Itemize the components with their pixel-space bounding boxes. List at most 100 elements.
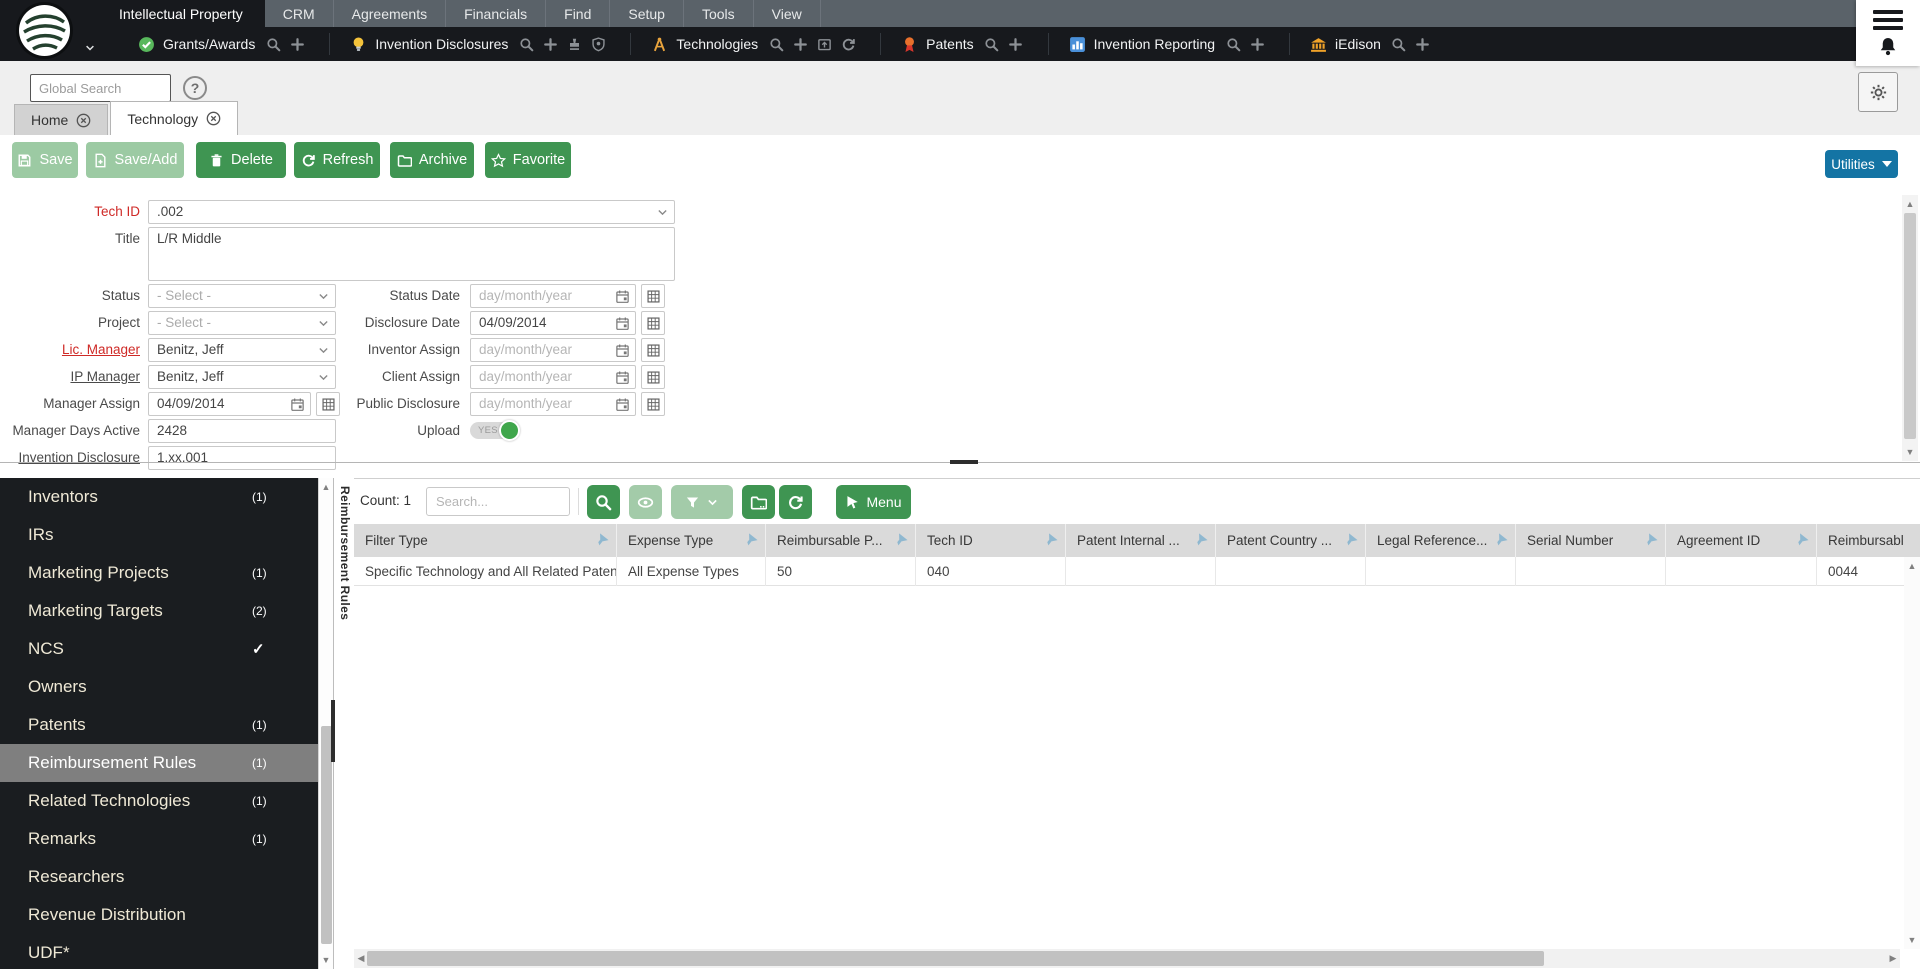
shortcut-label[interactable]: Patents xyxy=(926,36,973,52)
upload-icon[interactable] xyxy=(812,32,836,56)
sidebar-item-udf[interactable]: UDF* xyxy=(0,934,318,969)
search-icon[interactable] xyxy=(514,32,538,56)
calendar-icon[interactable] xyxy=(615,289,630,304)
splitter-handle[interactable] xyxy=(331,700,335,762)
manager-days-active-input[interactable]: 2428 xyxy=(148,419,336,443)
notifications-bell-icon[interactable] xyxy=(1878,36,1898,56)
sidebar-item-marketing-projects[interactable]: Marketing Projects(1) xyxy=(0,554,318,592)
filter-funnel-icon[interactable] xyxy=(1793,533,1809,549)
column-header-legal-reference[interactable]: Legal Reference... xyxy=(1366,524,1516,557)
column-header-patent-internal[interactable]: Patent Internal ... xyxy=(1066,524,1216,557)
invention-disclosure-input[interactable]: 1.xx.001 xyxy=(148,446,336,470)
invention-disclosure-label[interactable]: Invention Disclosure xyxy=(2,446,140,470)
archive-button[interactable]: Archive xyxy=(390,142,474,178)
menu-item-crm[interactable]: CRM xyxy=(265,0,334,27)
sidebar-item-irs[interactable]: IRs xyxy=(0,516,318,554)
delete-button[interactable]: Delete xyxy=(196,142,286,178)
favorite-button[interactable]: Favorite xyxy=(485,142,571,178)
group-folder-button[interactable] xyxy=(742,485,775,519)
search-icon[interactable] xyxy=(764,32,788,56)
sidebar-item-inventors[interactable]: Inventors(1) xyxy=(0,478,318,516)
manager-assign-date-input[interactable]: 04/09/2014 xyxy=(148,392,311,416)
lic-manager-select[interactable]: Benitz, Jeff xyxy=(148,338,336,362)
add-icon[interactable] xyxy=(788,32,812,56)
shortcut-label[interactable]: Technologies xyxy=(676,36,758,52)
hamburger-menu-icon[interactable] xyxy=(1873,10,1903,30)
disclosure-date-date-input[interactable]: 04/09/2014 xyxy=(470,311,636,335)
chevron-down-icon[interactable] xyxy=(317,290,330,303)
logo-chevron-down-icon[interactable] xyxy=(84,42,96,54)
tab-home[interactable]: Home xyxy=(14,104,108,135)
scroll-down-arrow[interactable]: ▼ xyxy=(319,953,333,967)
global-search-input[interactable] xyxy=(30,74,171,102)
scroll-up-arrow[interactable]: ▲ xyxy=(1904,559,1920,573)
inventor-assign-picker-button[interactable] xyxy=(641,338,665,362)
ip-manager-label[interactable]: IP Manager xyxy=(2,365,140,389)
filter-funnel-icon[interactable] xyxy=(1342,533,1358,549)
save-add-button[interactable]: Save/Add xyxy=(86,142,184,178)
sidebar-item-remarks[interactable]: Remarks(1) xyxy=(0,820,318,858)
filter-funnel-icon[interactable] xyxy=(1192,533,1208,549)
stamp-icon[interactable] xyxy=(562,32,586,56)
scroll-right-arrow[interactable]: ▶ xyxy=(1888,949,1898,968)
upload-toggle[interactable]: YES xyxy=(470,422,518,439)
tab-technology[interactable]: Technology xyxy=(110,101,238,135)
shield-icon[interactable] xyxy=(586,32,610,56)
grid-menu-button[interactable]: Menu xyxy=(836,485,911,519)
filter-funnel-icon[interactable] xyxy=(593,533,609,549)
column-header-agreement-id[interactable]: Agreement ID xyxy=(1666,524,1817,557)
close-icon[interactable] xyxy=(206,111,221,126)
add-icon[interactable] xyxy=(285,32,309,56)
app-logo[interactable] xyxy=(16,2,82,59)
chevron-down-icon[interactable] xyxy=(656,206,669,219)
client-assign-picker-button[interactable] xyxy=(641,365,665,389)
settings-gear-button[interactable] xyxy=(1858,72,1898,112)
chevron-down-icon[interactable] xyxy=(317,317,330,330)
shortcut-label[interactable]: Invention Disclosures xyxy=(375,36,508,52)
add-icon[interactable] xyxy=(1411,32,1435,56)
sidebar-item-marketing-targets[interactable]: Marketing Targets(2) xyxy=(0,592,318,630)
add-icon[interactable] xyxy=(1245,32,1269,56)
add-icon[interactable] xyxy=(538,32,562,56)
scroll-down-arrow[interactable]: ▼ xyxy=(1902,445,1918,459)
refresh-button[interactable]: Refresh xyxy=(294,142,380,178)
scroll-up-arrow[interactable]: ▲ xyxy=(319,480,333,494)
chevron-down-icon[interactable] xyxy=(317,344,330,357)
scrollbar-thumb[interactable] xyxy=(367,951,1544,966)
client-assign-date-input[interactable]: day/month/year xyxy=(470,365,636,389)
grid-data-row[interactable]: Specific Technology and All Related Pate… xyxy=(354,557,1920,586)
grid-search-button[interactable] xyxy=(587,485,620,519)
sidebar-item-owners[interactable]: Owners xyxy=(0,668,318,706)
column-header-patent-country[interactable]: Patent Country ... xyxy=(1216,524,1366,557)
scroll-up-arrow[interactable]: ▲ xyxy=(1902,197,1918,211)
calendar-icon[interactable] xyxy=(615,370,630,385)
column-header-filter-type[interactable]: Filter Type xyxy=(354,524,617,557)
save-button[interactable]: Save xyxy=(12,142,78,178)
inventor-assign-date-input[interactable]: day/month/year xyxy=(470,338,636,362)
ip-manager-select[interactable]: Benitz, Jeff xyxy=(148,365,336,389)
menu-item-tools[interactable]: Tools xyxy=(684,0,754,27)
sidebar-item-researchers[interactable]: Researchers xyxy=(0,858,318,896)
grid-refresh-button[interactable] xyxy=(779,485,812,519)
calendar-icon[interactable] xyxy=(615,343,630,358)
sidebar-item-revenue-distribution[interactable]: Revenue Distribution xyxy=(0,896,318,934)
add-icon[interactable] xyxy=(1004,32,1028,56)
menu-item-financials[interactable]: Financials xyxy=(446,0,546,27)
column-header-expense-type[interactable]: Expense Type xyxy=(617,524,766,557)
filter-button[interactable] xyxy=(671,485,733,519)
title-textarea[interactable]: L/R Middle xyxy=(148,227,675,281)
column-header-serial-number[interactable]: Serial Number xyxy=(1516,524,1666,557)
form-vertical-scrollbar[interactable]: ▲ ▼ xyxy=(1902,195,1918,461)
lic-manager-label[interactable]: Lic. Manager xyxy=(2,338,140,362)
public-disclosure-date-input[interactable]: day/month/year xyxy=(470,392,636,416)
calendar-icon[interactable] xyxy=(290,397,305,412)
filter-funnel-icon[interactable] xyxy=(1042,533,1058,549)
calendar-icon[interactable] xyxy=(615,397,630,412)
shortcut-label[interactable]: iEdison xyxy=(1335,36,1381,52)
shortcut-label[interactable]: Grants/Awards xyxy=(163,36,255,52)
grid-horizontal-scrollbar[interactable]: ◀ ▶ xyxy=(354,949,1900,968)
splitter-handle[interactable] xyxy=(950,460,978,464)
sidebar-item-reimbursement-rules[interactable]: Reimbursement Rules(1) xyxy=(0,744,318,782)
shortcut-label[interactable]: Invention Reporting xyxy=(1094,36,1215,52)
toggle-knob[interactable] xyxy=(499,420,520,441)
